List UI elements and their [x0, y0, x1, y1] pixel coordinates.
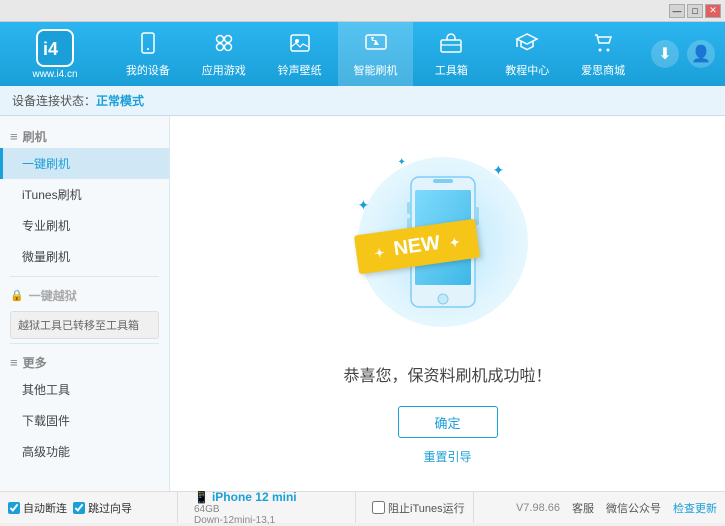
nav-my-device-icon: [136, 31, 160, 59]
logo-icon: i4: [36, 29, 74, 67]
stop-itunes: 阻止iTunes运行: [364, 492, 474, 523]
sparkle-3: ✦: [398, 157, 406, 168]
nav-smart-flash-label: 智能刷机: [354, 62, 398, 78]
downg-flash-label: 微量刷机: [22, 248, 70, 265]
nav-item-wallpaper[interactable]: 铃声壁纸: [262, 22, 338, 86]
sidebar-divider-1: [10, 276, 159, 277]
more-section-label: 更多: [23, 354, 47, 371]
stop-itunes-checkbox[interactable]: [372, 501, 385, 514]
sidebar-item-downg-flash[interactable]: 微量刷机: [0, 241, 169, 272]
nav-item-apps[interactable]: 应用游戏: [186, 22, 262, 86]
sidebar-divider-2: [10, 343, 159, 344]
flash-section-label: 刷机: [23, 128, 47, 145]
sparkle-2: ✦: [358, 197, 370, 214]
success-visual: ✦ ✦ ✦: [348, 142, 548, 342]
new-badge-text: NEW: [392, 232, 441, 260]
sidebar-item-advanced[interactable]: 高级功能: [0, 436, 169, 467]
lock-icon: 🔒: [10, 289, 24, 302]
auto-reconnect-checkbox[interactable]: [8, 502, 20, 514]
user-button[interactable]: 👤: [687, 40, 715, 68]
skip-guide-checkbox-item[interactable]: 跳过向导: [73, 500, 132, 516]
svg-text:i4: i4: [43, 39, 58, 59]
retry-link[interactable]: 重置引导: [423, 448, 471, 465]
other-tools-label: 其他工具: [22, 381, 70, 398]
status-value: 正常模式: [96, 92, 144, 109]
device-storage: 64GB: [194, 504, 347, 515]
minimize-button[interactable]: —: [669, 4, 685, 18]
device-name-text: iPhone 12 mini: [212, 490, 297, 504]
nav-item-shop[interactable]: 爱思商城: [565, 22, 641, 86]
stop-itunes-label: 阻止iTunes运行: [388, 500, 465, 516]
nav-shop-icon: [591, 31, 615, 59]
auto-reconnect-label: 自动断连: [23, 500, 67, 516]
maximize-button[interactable]: □: [687, 4, 703, 18]
advanced-label: 高级功能: [22, 443, 70, 460]
status-bar: 设备连接状态： 正常模式: [0, 86, 725, 116]
download-button[interactable]: ⬇: [651, 40, 679, 68]
nav-logo: i4 www.i4.cn: [0, 22, 110, 86]
sidebar-section-jailbreak: 🔒 一键越狱: [0, 281, 169, 307]
nav-apps-icon: [212, 31, 236, 59]
logo-text: www.i4.cn: [32, 69, 77, 80]
title-bar: — □ ✕: [0, 0, 725, 22]
phone-small-icon: 📱: [194, 490, 209, 504]
nav-item-my-device[interactable]: 我的设备: [110, 22, 186, 86]
device-model: Down-12mini-13,1: [194, 515, 347, 526]
nav-tutorial-label: 教程中心: [505, 62, 549, 78]
sidebar: ≡ 刷机 一键刷机 iTunes刷机 专业刷机 微量刷机 🔒 一键越狱 越狱工具…: [0, 116, 170, 491]
jailbreak-label: 一键越狱: [29, 287, 77, 304]
nav-smart-flash-icon: [364, 31, 388, 59]
sidebar-item-other-tools[interactable]: 其他工具: [0, 374, 169, 405]
download-fw-label: 下载固件: [22, 412, 70, 429]
content-area: ✦ ✦ ✦: [170, 116, 725, 491]
more-section-icon: ≡: [10, 355, 18, 370]
confirm-button-label: 确定: [434, 413, 460, 432]
device-name: 📱 iPhone 12 mini: [194, 490, 347, 504]
nav-my-device-label: 我的设备: [126, 62, 170, 78]
sidebar-item-one-click-flash[interactable]: 一键刷机: [0, 148, 169, 179]
bottom-right: V7.98.66 客服 微信公众号 检查更新: [482, 500, 717, 516]
sidebar-section-more: ≡ 更多: [0, 348, 169, 374]
nav-item-smart-flash[interactable]: 智能刷机: [338, 22, 414, 86]
bottom-left: 自动断连 跳过向导: [8, 492, 178, 523]
nav-toolbox-icon: [439, 31, 463, 59]
skip-guide-checkbox[interactable]: [73, 502, 85, 514]
flash-section-icon: ≡: [10, 129, 18, 144]
skip-guide-label: 跳过向导: [88, 500, 132, 516]
sidebar-section-flash: ≡ 刷机: [0, 122, 169, 148]
nav-bar: i4 www.i4.cn 我的设备: [0, 22, 725, 86]
sidebar-item-pro-flash[interactable]: 专业刷机: [0, 210, 169, 241]
auto-reconnect-checkbox-item[interactable]: 自动断连: [8, 500, 67, 516]
confirm-button[interactable]: 确定: [398, 406, 498, 438]
nav-toolbox-label: 工具箱: [435, 62, 468, 78]
nav-item-tutorial[interactable]: 教程中心: [489, 22, 565, 86]
itunes-flash-label: iTunes刷机: [22, 186, 82, 203]
sidebar-item-itunes-flash[interactable]: iTunes刷机: [0, 179, 169, 210]
bottom-bar: 自动断连 跳过向导 📱 iPhone 12 mini 64GB Down-12m…: [0, 491, 725, 523]
sidebar-item-download-fw[interactable]: 下载固件: [0, 405, 169, 436]
nav-right: ⬇ 👤: [641, 22, 725, 86]
one-click-flash-label: 一键刷机: [22, 155, 70, 172]
wechat-link[interactable]: 微信公众号: [606, 500, 661, 516]
main-area: ≡ 刷机 一键刷机 iTunes刷机 专业刷机 微量刷机 🔒 一键越狱 越狱工具…: [0, 116, 725, 491]
check-update-link[interactable]: 检查更新: [673, 500, 717, 516]
nav-apps-label: 应用游戏: [202, 62, 246, 78]
success-message: 恭喜您，保资料刷机成功啦！: [343, 362, 551, 386]
service-link[interactable]: 客服: [572, 500, 594, 516]
jailbreak-notice-text: 越狱工具已转移至工具箱: [18, 320, 139, 332]
sparkle-1: ✦: [493, 162, 505, 179]
version-text: V7.98.66: [516, 502, 560, 514]
nav-shop-label: 爱思商城: [581, 62, 625, 78]
close-button[interactable]: ✕: [705, 4, 721, 18]
jailbreak-notice: 越狱工具已转移至工具箱: [10, 311, 159, 339]
nav-wallpaper-label: 铃声壁纸: [278, 62, 322, 78]
nav-wallpaper-icon: [288, 31, 312, 59]
nav-tutorial-icon: [515, 31, 539, 59]
pro-flash-label: 专业刷机: [22, 217, 70, 234]
device-section: 📱 iPhone 12 mini 64GB Down-12mini-13,1: [186, 492, 356, 523]
nav-items: 我的设备 应用游戏 铃声壁纸: [110, 22, 641, 86]
nav-item-toolbox[interactable]: 工具箱: [413, 22, 489, 86]
status-label: 设备连接状态：: [12, 92, 96, 109]
